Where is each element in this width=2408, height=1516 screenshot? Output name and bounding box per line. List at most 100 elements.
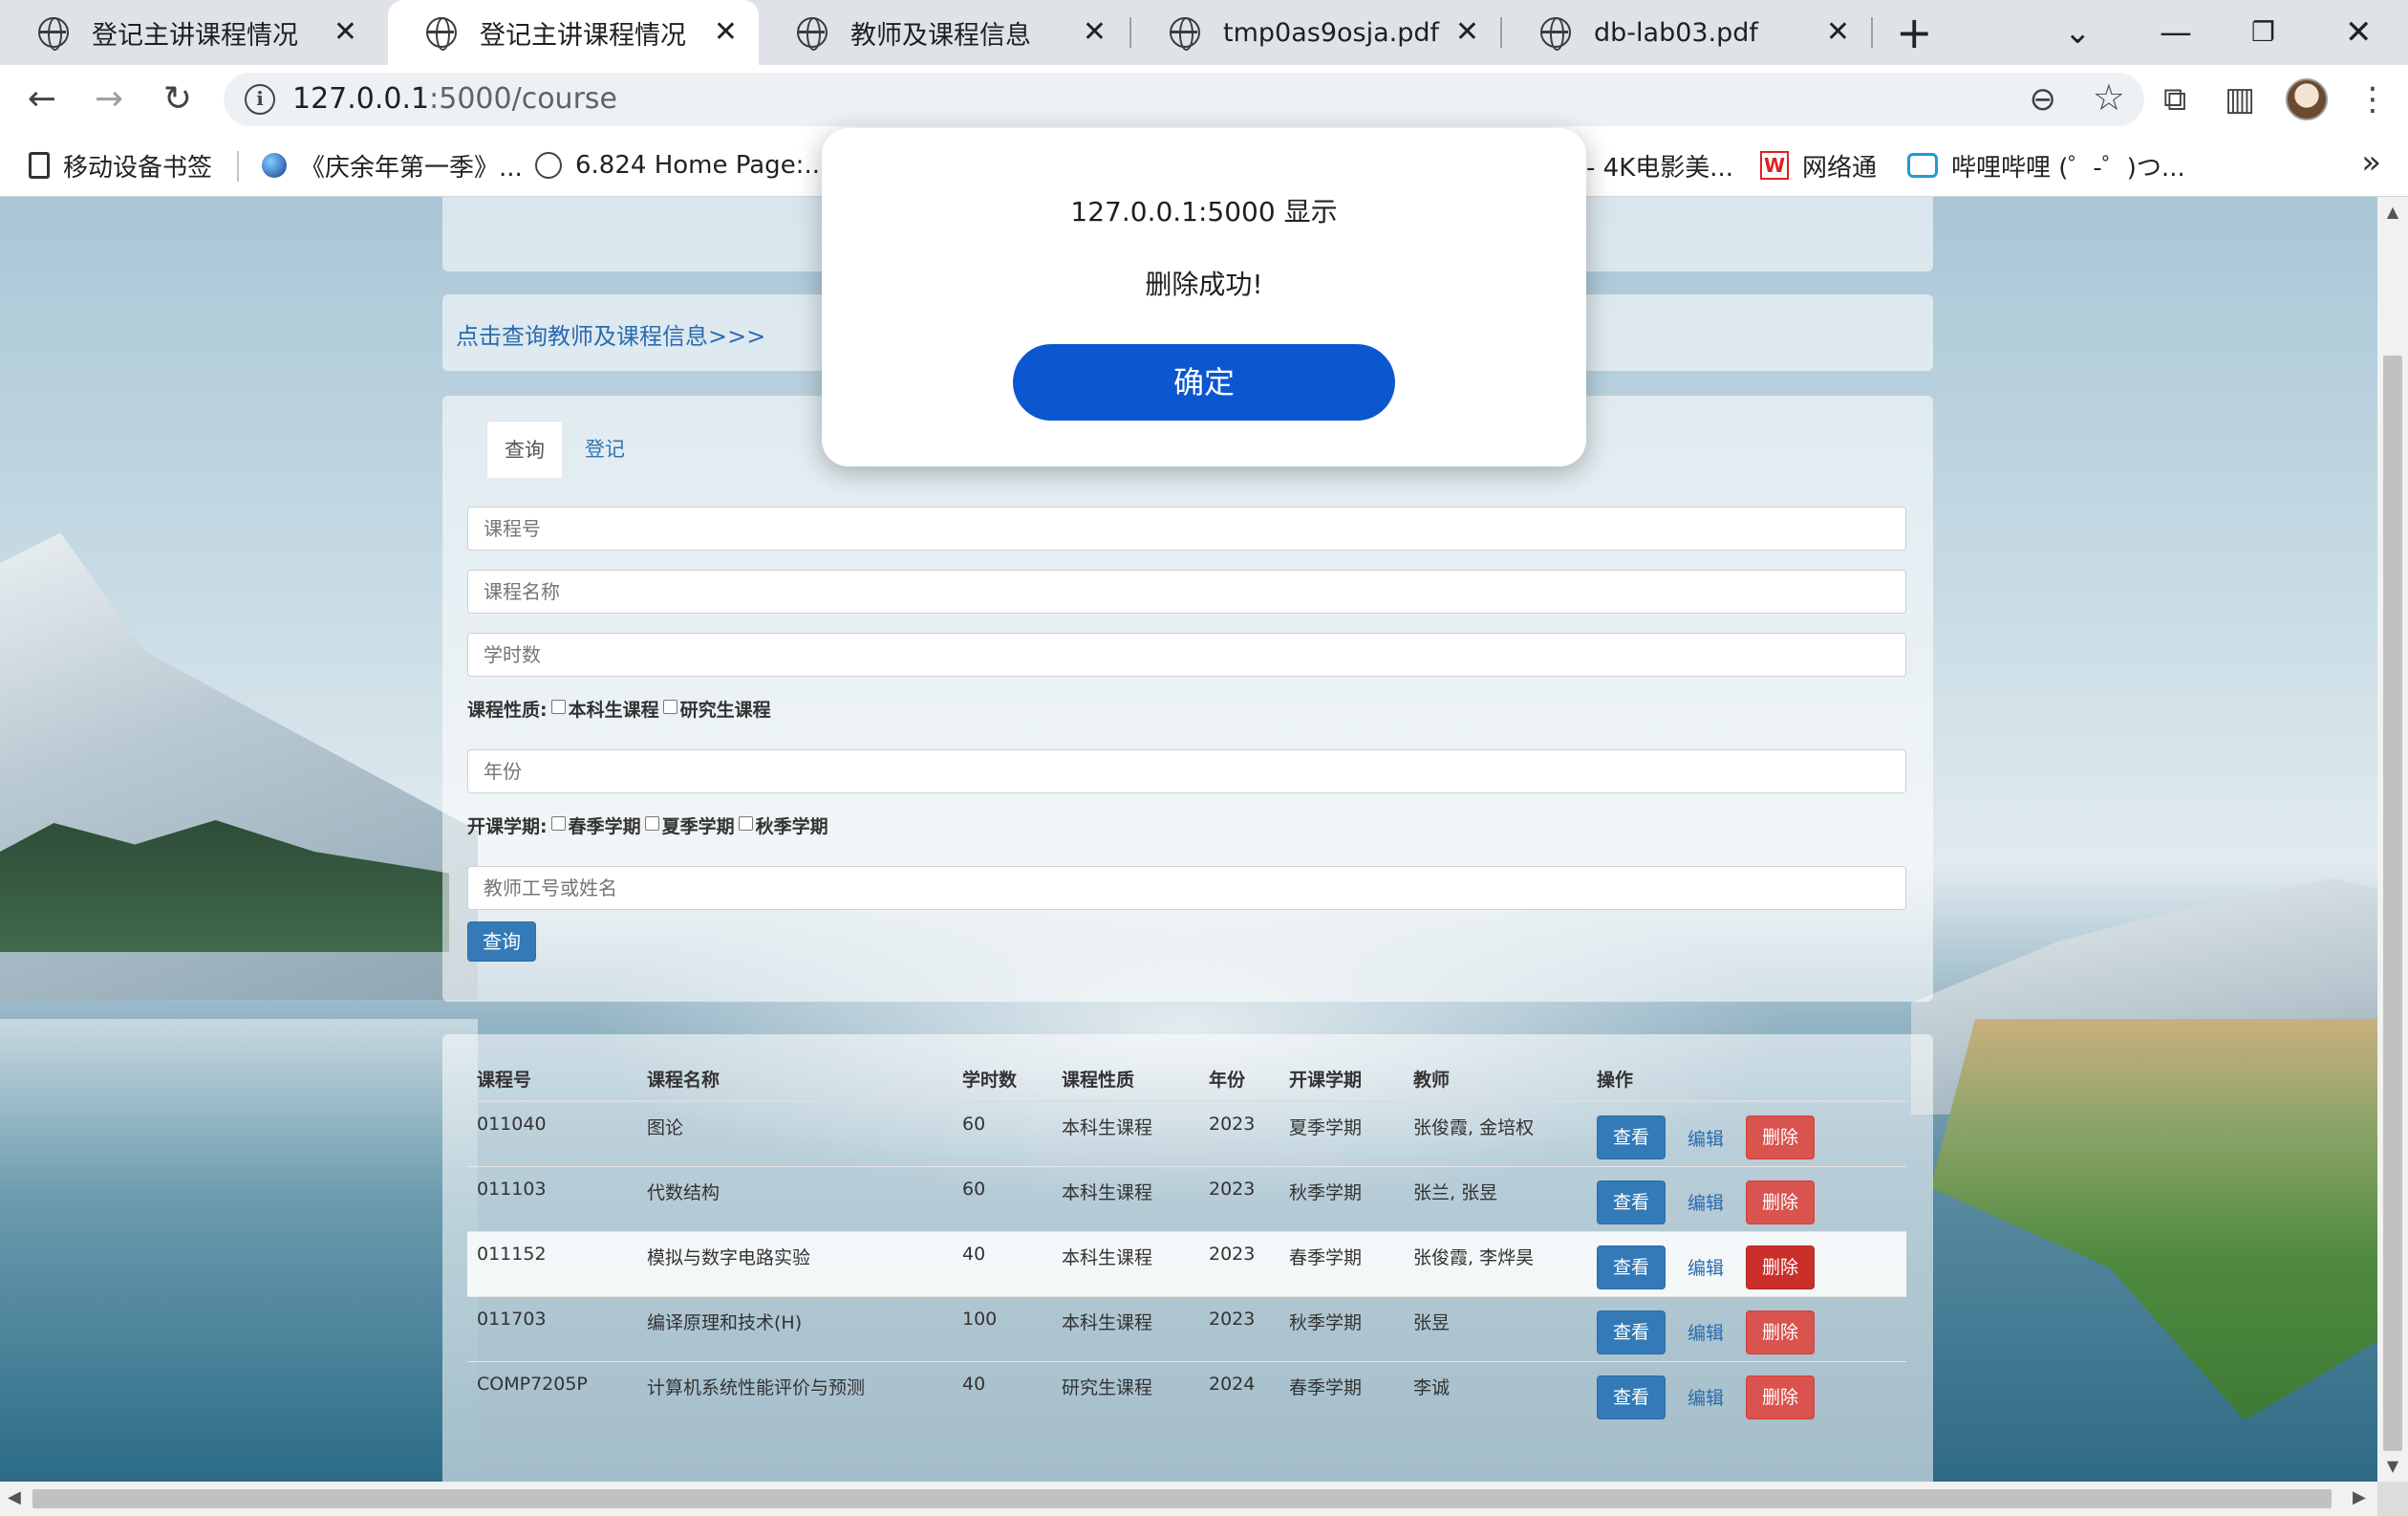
view-button[interactable]: 查看 [1597, 1375, 1666, 1419]
menu-dots-icon[interactable]: ⋮ [2356, 80, 2389, 119]
cell-teachers: 张昱 [1404, 1295, 1587, 1361]
browser-tab[interactable]: 教师及课程信息 ✕ [759, 0, 1128, 65]
cell-semester: 秋季学期 [1279, 1295, 1404, 1361]
delete-button[interactable]: 删除 [1746, 1245, 1815, 1289]
bookmark-label: 网络通 [1802, 153, 1878, 183]
globe-icon [426, 17, 457, 51]
browser-tab[interactable]: 登记主讲课程情况 ✕ [0, 0, 378, 65]
bookmark-label: - 4K电影美... [1586, 153, 1734, 183]
bookmark-item[interactable]: - 4K电影美... [1586, 147, 1733, 184]
delete-button[interactable]: 删除 [1746, 1310, 1815, 1354]
browser-tab[interactable]: tmp0as9osja.pdf ✕ [1131, 0, 1500, 65]
edit-link[interactable]: 编辑 [1666, 1319, 1746, 1345]
cell-course-id: 011703 [467, 1295, 637, 1361]
teacher-course-link[interactable]: 点击查询教师及课程信息>>> [456, 317, 765, 351]
site-info-icon[interactable]: i [245, 84, 275, 115]
back-arrow-icon[interactable]: ← [17, 75, 67, 124]
vertical-scrollbar[interactable]: ▲ ▼ [2377, 197, 2408, 1482]
view-button[interactable]: 查看 [1597, 1310, 1666, 1354]
delete-button[interactable]: 删除 [1746, 1180, 1815, 1224]
tab-title: tmp0as9osja.pdf [1223, 17, 1439, 48]
delete-button[interactable]: 删除 [1746, 1375, 1815, 1419]
column-header: 课程号 [467, 1057, 637, 1102]
browser-tab-active[interactable]: 登记主讲课程情况 ✕ [388, 0, 759, 65]
close-tab-icon[interactable]: ✕ [333, 15, 357, 50]
profile-avatar[interactable] [2286, 78, 2328, 120]
summer-label: 夏季学期 [661, 816, 735, 837]
scroll-left-arrow-icon[interactable]: ◀ [8, 1487, 21, 1507]
edit-link[interactable]: 编辑 [1666, 1254, 1746, 1280]
undergrad-checkbox[interactable] [550, 700, 566, 714]
column-header: 开课学期 [1279, 1057, 1404, 1102]
view-button[interactable]: 查看 [1597, 1180, 1666, 1224]
bookmark-item[interactable]: W 网络通 [1760, 147, 1877, 184]
course-nature-label: 课程性质: [467, 700, 548, 721]
bookmark-star-icon[interactable]: ☆ [2093, 76, 2125, 119]
delete-button[interactable]: 删除 [1746, 1115, 1815, 1159]
scroll-down-arrow-icon[interactable]: ▼ [2377, 1457, 2408, 1475]
globe-icon [1170, 17, 1200, 51]
scroll-up-arrow-icon[interactable]: ▲ [2377, 203, 2408, 221]
tab-title: 教师及课程信息 [850, 20, 1031, 51]
url-path: :5000/course [429, 82, 617, 116]
bookmark-folder-icon [29, 152, 50, 179]
bookmark-item[interactable]: 哔哩哔哩 (゜-゜)つ... [1907, 147, 2185, 184]
cell-semester: 春季学期 [1279, 1230, 1404, 1296]
close-tab-icon[interactable]: ✕ [1455, 15, 1479, 50]
dialog-ok-button[interactable]: 确定 [1013, 344, 1395, 421]
column-header: 教师 [1404, 1057, 1587, 1102]
minimize-icon[interactable]: — [2160, 13, 2192, 52]
close-window-icon[interactable]: ✕ [2345, 13, 2373, 52]
browser-tab[interactable]: db-lab03.pdf ✕ [1502, 0, 1871, 65]
more-bookmarks-icon[interactable]: » [2361, 143, 2381, 182]
hours-input[interactable] [467, 633, 1906, 677]
tab-search-chevron-icon[interactable]: ⌄ [2064, 13, 2092, 52]
background-water [0, 1019, 478, 1478]
tab-query[interactable]: 查询 [486, 421, 563, 478]
close-tab-icon[interactable]: ✕ [714, 15, 738, 50]
graduate-checkbox[interactable] [662, 700, 677, 714]
forward-arrow-icon[interactable]: → [84, 75, 134, 124]
vertical-scroll-thumb[interactable] [2383, 356, 2402, 1451]
close-tab-icon[interactable]: ✕ [1826, 15, 1850, 50]
bookmark-item[interactable]: 《庆余年第一季》... [262, 147, 523, 184]
close-tab-icon[interactable]: ✕ [1083, 15, 1107, 50]
course-id-input[interactable] [467, 507, 1906, 551]
horizontal-scroll-thumb[interactable] [32, 1489, 2332, 1508]
table-header-row: 课程号 课程名称 学时数 课程性质 年份 开课学期 教师 操作 [467, 1057, 1906, 1102]
bookmark-item[interactable]: 移动设备书签 [29, 147, 212, 184]
tab-register[interactable]: 登记 [578, 421, 632, 478]
summer-checkbox[interactable] [644, 816, 659, 831]
tab-separator [1871, 17, 1873, 48]
cell-nature: 本科生课程 [1052, 1230, 1199, 1296]
url-text[interactable]: 127.0.0.1:5000/course [292, 82, 617, 117]
cell-actions: 查看 编辑 删除 [1587, 1100, 1906, 1166]
restore-icon[interactable]: ❐ [2251, 13, 2275, 52]
cell-teachers: 张俊霞, 李烨昊 [1404, 1230, 1587, 1296]
edit-link[interactable]: 编辑 [1666, 1384, 1746, 1410]
side-panel-icon[interactable]: ▥ [2225, 80, 2255, 119]
view-button[interactable]: 查看 [1597, 1115, 1666, 1159]
extensions-icon[interactable]: ⧉ [2163, 80, 2186, 119]
new-tab-button[interactable]: + [1896, 8, 1933, 57]
autumn-checkbox[interactable] [738, 816, 753, 831]
edit-link[interactable]: 编辑 [1666, 1125, 1746, 1151]
zoom-icon[interactable]: ⊖ [2030, 80, 2057, 119]
year-input[interactable] [467, 749, 1906, 793]
scroll-right-arrow-icon[interactable]: ▶ [2353, 1487, 2366, 1507]
reload-icon[interactable]: ↻ [153, 75, 203, 124]
course-name-input[interactable] [467, 570, 1906, 614]
bookmark-label: 哔哩哔哩 (゜-゜)つ... [1951, 153, 2185, 183]
horizontal-scrollbar[interactable]: ◀ ▶ [0, 1482, 2377, 1516]
site-favicon [262, 153, 287, 178]
spring-checkbox[interactable] [550, 816, 566, 831]
teacher-input[interactable] [467, 866, 1906, 910]
query-button[interactable]: 查询 [467, 921, 536, 962]
cell-course-name: 模拟与数字电路实验 [637, 1230, 953, 1296]
bookmark-item[interactable]: 6.824 Home Page:... [535, 147, 828, 184]
edit-link[interactable]: 编辑 [1666, 1189, 1746, 1215]
bookmark-label: 《庆余年第一季》... [300, 153, 523, 183]
cell-teachers: 李诚 [1404, 1360, 1587, 1426]
view-button[interactable]: 查看 [1597, 1245, 1666, 1289]
address-bar[interactable]: i 127.0.0.1:5000/course ⊖ ☆ [224, 73, 2144, 126]
